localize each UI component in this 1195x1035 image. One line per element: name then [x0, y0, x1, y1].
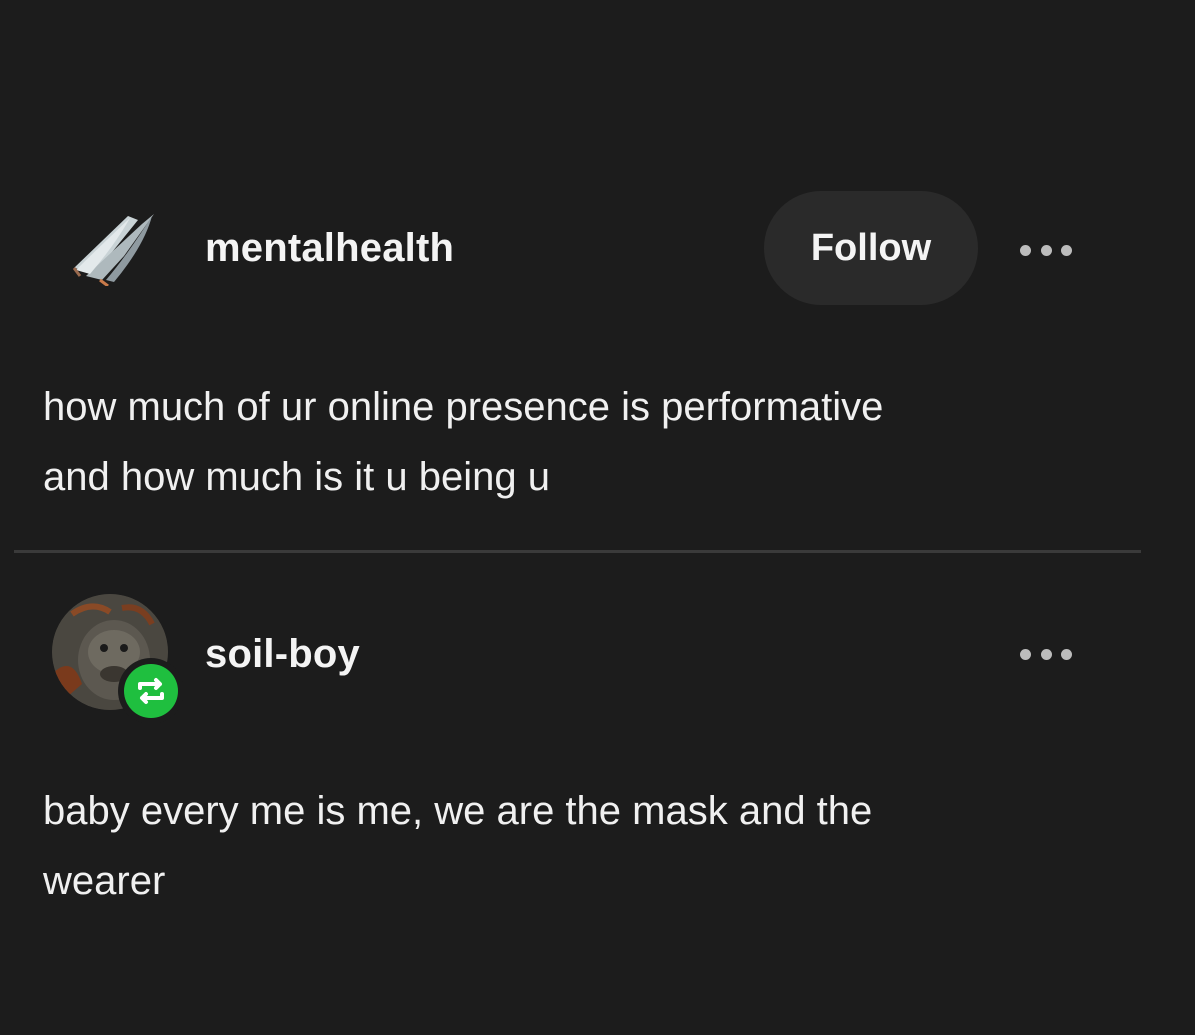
- text-line: how much of ur online presence is perfor…: [43, 385, 884, 429]
- username[interactable]: soil-boy: [205, 632, 360, 677]
- follow-button[interactable]: Follow: [764, 191, 978, 305]
- original-post-text: how much of ur online presence is perfor…: [43, 372, 1123, 512]
- text-line: baby every me is me, we are the mask and…: [43, 789, 873, 833]
- text-line: and how much is it u being u: [43, 455, 550, 499]
- reblog-text: baby every me is me, we are the mask and…: [43, 776, 1123, 916]
- ellipsis-dot: [1040, 244, 1052, 256]
- tumblr-post: mentalhealth Follow how much of ur onlin…: [0, 0, 1195, 1035]
- reblog-badge: [118, 658, 184, 724]
- divider: [14, 550, 1141, 553]
- ellipsis-dot: [1040, 648, 1052, 660]
- original-post-header: mentalhealth Follow: [0, 188, 1195, 308]
- reblog-icon: [124, 664, 178, 718]
- ellipsis-dot: [1061, 648, 1072, 660]
- more-options-button[interactable]: [1014, 230, 1078, 270]
- reblog-header: soil-boy: [0, 592, 1195, 724]
- card-edge: [0, 330, 22, 550]
- ellipsis-icon: [1020, 244, 1031, 256]
- text-line: wearer: [43, 859, 166, 903]
- ellipsis-dot: [1061, 244, 1072, 256]
- ellipsis-icon: [1020, 648, 1031, 660]
- butterfly-icon[interactable]: [66, 210, 160, 288]
- more-options-button[interactable]: [1014, 634, 1078, 674]
- username[interactable]: mentalhealth: [205, 226, 454, 271]
